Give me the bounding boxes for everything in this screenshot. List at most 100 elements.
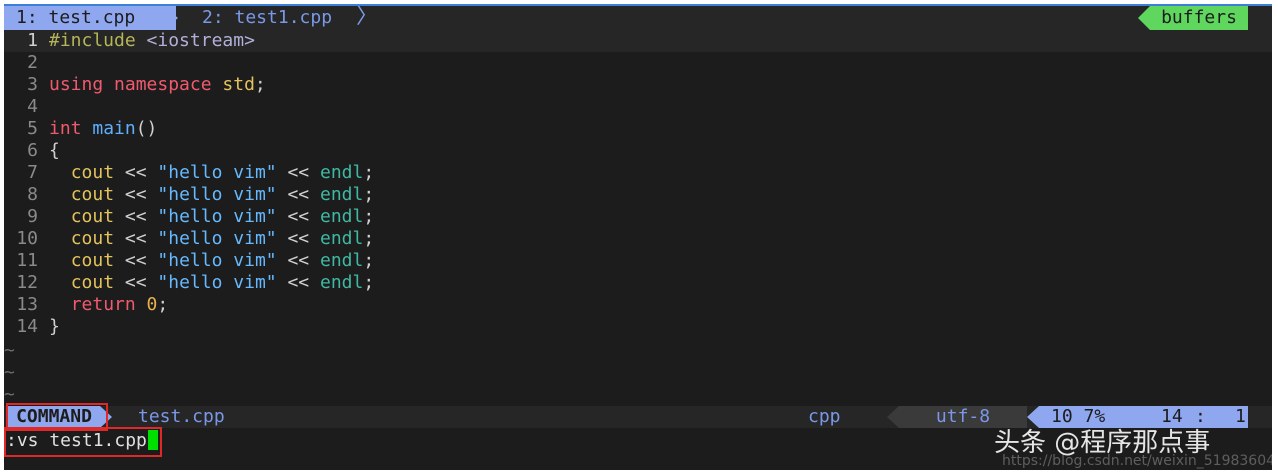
code-token: << — [276, 162, 320, 183]
code-token: << — [276, 184, 320, 205]
code-token: "hello vim" — [157, 162, 277, 183]
code-token: #include — [49, 30, 147, 51]
status-filetype: cpp — [808, 406, 841, 427]
tab-test1-cpp[interactable]: 2: test1.cpp — [190, 6, 332, 30]
code-token: << — [276, 206, 320, 227]
code-token: ; — [254, 74, 266, 95]
tab-arrow-icon — [164, 6, 178, 30]
status-encoding: utf-8 — [899, 406, 1027, 428]
code-token: "hello vim" — [157, 206, 277, 227]
buffers-arrow-icon — [1138, 6, 1150, 30]
code-line[interactable]: 5 int main() — [4, 118, 1272, 140]
line-number: 4 — [27, 96, 38, 117]
watermark-text: 头条 @程序那点事 — [994, 428, 1211, 458]
code-token: cout — [70, 184, 115, 205]
code-token: << — [114, 272, 158, 293]
code-token: cout — [70, 250, 115, 271]
code-token: << — [114, 250, 158, 271]
code-token: << — [276, 272, 320, 293]
status-col: 1 — [1235, 406, 1246, 427]
code-line[interactable]: 13 return 0; — [4, 294, 1272, 316]
code-token: << — [276, 250, 320, 271]
code-token: << — [114, 228, 158, 249]
empty-line-tilde: ~ — [4, 362, 15, 383]
code-token: cout — [70, 206, 115, 227]
chevron-right-icon: 〉 — [356, 4, 379, 29]
code-text: cout << "hello vim" << endl; — [49, 162, 375, 184]
code-token: endl — [319, 272, 364, 293]
code-text: cout << "hello vim" << endl; — [49, 272, 375, 294]
code-line[interactable]: 6{ — [4, 140, 1272, 162]
code-token: ; — [363, 272, 375, 293]
tab-test-cpp[interactable]: 1: test.cpp — [4, 6, 176, 30]
code-line[interactable]: 2 — [4, 52, 1272, 74]
code-text: } — [49, 316, 60, 338]
code-token: ; — [363, 162, 375, 183]
code-line[interactable]: 8 cout << "hello vim" << endl; — [4, 184, 1272, 206]
code-line[interactable]: 12 cout << "hello vim" << endl; — [4, 272, 1272, 294]
code-line[interactable]: 11 cout << "hello vim" << endl; — [4, 250, 1272, 272]
code-text: cout << "hello vim" << endl; — [49, 206, 375, 228]
code-token: ; — [363, 206, 375, 227]
code-token: << — [114, 206, 158, 227]
code-token: "hello vim" — [157, 272, 277, 293]
code-text: int main() — [49, 118, 157, 140]
code-token: endl — [319, 162, 364, 183]
code-token: "hello vim" — [157, 228, 277, 249]
empty-line-tilde: ~ — [4, 340, 15, 361]
line-number: 12 — [16, 272, 38, 293]
code-token: { — [49, 140, 60, 161]
code-token: ; — [363, 184, 375, 205]
encoding-arrow-icon — [887, 406, 899, 428]
code-token: "hello vim" — [157, 250, 277, 271]
code-line[interactable]: 14} — [4, 316, 1272, 338]
line-number: 11 — [16, 250, 38, 271]
line-number: 1 — [27, 30, 38, 51]
code-token: 0 — [146, 294, 158, 315]
code-line[interactable]: 9 cout << "hello vim" << endl; — [4, 206, 1272, 228]
code-line[interactable]: 1 #include <iostream> — [4, 30, 1272, 52]
code-text: using namespace std; — [49, 74, 266, 96]
code-token: endl — [319, 184, 364, 205]
code-line[interactable]: 4 — [4, 96, 1272, 118]
code-text: cout << "hello vim" << endl; — [49, 250, 375, 272]
code-line[interactable]: 10 cout << "hello vim" << endl; — [4, 228, 1272, 250]
code-token: ; — [157, 294, 169, 315]
code-token: <iostream> — [146, 30, 255, 51]
code-token: << — [276, 228, 320, 249]
code-text: #include <iostream> — [49, 30, 255, 52]
code-token: ; — [363, 250, 375, 271]
line-number: 8 — [27, 184, 38, 205]
position-arrow-icon — [1027, 406, 1039, 428]
code-token: main — [92, 118, 136, 139]
code-token: return — [70, 294, 147, 315]
status-line: 14 — [1161, 406, 1183, 427]
code-token: cout — [70, 162, 115, 183]
status-colon: : — [1195, 406, 1206, 427]
code-token: cout — [70, 272, 115, 293]
vim-terminal: 1: test.cpp 2: test1.cpp 〉 buffers 1 #inc… — [4, 4, 1272, 470]
code-token: endl — [319, 228, 364, 249]
code-token: cout — [70, 228, 115, 249]
code-editor[interactable]: 1 #include <iostream> 2 3 using namespace st… — [4, 30, 1272, 338]
code-line[interactable]: 7 cout << "hello vim" << endl; — [4, 162, 1272, 184]
line-number: 3 — [27, 74, 38, 95]
code-token: << — [114, 162, 158, 183]
code-token: endl — [319, 250, 364, 271]
code-token: () — [135, 118, 158, 139]
line-number: 13 — [16, 294, 38, 315]
code-line[interactable]: 3 using namespace std; — [4, 74, 1272, 96]
code-token: << — [114, 184, 158, 205]
code-token: "hello vim" — [157, 184, 277, 205]
line-number: 6 — [27, 140, 38, 161]
line-number: 9 — [27, 206, 38, 227]
line-number: 14 — [16, 316, 38, 337]
code-token: int — [49, 118, 93, 139]
line-number: 5 — [27, 118, 38, 139]
code-text: cout << "hello vim" << endl; — [49, 228, 375, 250]
